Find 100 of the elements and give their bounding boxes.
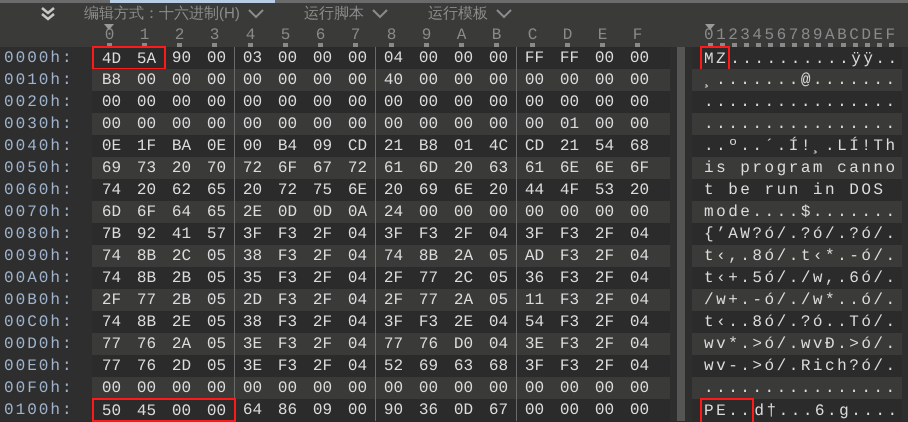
byte-cell[interactable]: 2B — [164, 289, 199, 311]
byte-cell[interactable]: F3 — [552, 223, 587, 245]
byte-cell[interactable]: B4 — [270, 135, 305, 157]
byte-cell[interactable]: 00 — [199, 91, 234, 113]
byte-cell[interactable]: 01 — [552, 113, 587, 135]
byte-cell[interactable]: 3F — [517, 223, 552, 245]
byte-cell[interactable]: F3 — [270, 267, 305, 289]
byte-cell[interactable]: F3 — [552, 333, 587, 355]
byte-cell[interactable]: 73 — [129, 157, 164, 179]
byte-cell[interactable]: 00 — [552, 91, 587, 113]
byte-cell[interactable]: 75 — [305, 179, 340, 201]
byte-cell[interactable]: 00 — [411, 377, 446, 399]
byte-cell[interactable]: 2F — [94, 289, 129, 311]
byte-cell[interactable]: CD — [340, 135, 375, 157]
byte-cell[interactable]: 00 — [235, 377, 270, 399]
byte-cell[interactable]: 00 — [587, 91, 622, 113]
byte-cell[interactable]: 2F — [305, 311, 340, 333]
byte-cell[interactable]: 2F — [376, 289, 411, 311]
byte-cell[interactable]: 00 — [305, 69, 340, 91]
byte-cell[interactable]: 2E — [164, 311, 199, 333]
byte-cell[interactable]: 00 — [587, 69, 622, 91]
byte-cell[interactable]: 6F — [129, 201, 164, 223]
byte-cell[interactable]: 09 — [305, 399, 340, 421]
byte-cell[interactable]: BA — [164, 135, 199, 157]
byte-cell[interactable]: 00 — [94, 113, 129, 135]
byte-cell[interactable]: 6E — [552, 157, 587, 179]
byte-cell[interactable]: 2F — [305, 267, 340, 289]
byte-cell[interactable]: 53 — [587, 179, 622, 201]
byte-cell[interactable]: 3F — [235, 223, 270, 245]
byte-cell[interactable]: 00 — [376, 91, 411, 113]
byte-cell[interactable]: 77 — [376, 333, 411, 355]
byte-cell[interactable]: 00 — [129, 113, 164, 135]
byte-cell[interactable]: 05 — [481, 289, 516, 311]
byte-cell[interactable]: 3F — [376, 311, 411, 333]
byte-cell[interactable]: 90 — [376, 399, 411, 421]
byte-cell[interactable]: 05 — [199, 355, 234, 377]
byte-cell[interactable]: 00 — [235, 91, 270, 113]
byte-cell[interactable]: 21 — [552, 135, 587, 157]
byte-cell[interactable]: 00 — [446, 201, 481, 223]
byte-cell[interactable]: 36 — [517, 267, 552, 289]
byte-cell[interactable]: 41 — [164, 223, 199, 245]
byte-cell[interactable]: 04 — [340, 333, 375, 355]
byte-cell[interactable]: 1F — [129, 135, 164, 157]
byte-cell[interactable]: 2F — [305, 355, 340, 377]
byte-cell[interactable]: 7B — [94, 223, 129, 245]
byte-cell[interactable]: 20 — [129, 179, 164, 201]
byte-cell[interactable]: 5A — [129, 48, 164, 68]
byte-cell[interactable]: 00 — [164, 69, 199, 91]
byte-cell[interactable]: 20 — [622, 179, 657, 201]
byte-cell[interactable]: B8 — [94, 69, 129, 91]
byte-cell[interactable]: 01 — [446, 135, 481, 157]
byte-cell[interactable]: 04 — [622, 245, 657, 267]
byte-cell[interactable]: 4D — [94, 48, 129, 68]
byte-cell[interactable]: 61 — [376, 157, 411, 179]
byte-cell[interactable]: 90 — [164, 47, 199, 69]
byte-cell[interactable]: 6D — [411, 157, 446, 179]
byte-cell[interactable]: 00 — [587, 377, 622, 399]
byte-cell[interactable]: 2E — [235, 201, 270, 223]
byte-cell[interactable]: 04 — [340, 267, 375, 289]
byte-cell[interactable]: 6D — [94, 201, 129, 223]
byte-cell[interactable]: F3 — [411, 223, 446, 245]
byte-cell[interactable]: 2F — [587, 333, 622, 355]
byte-cell[interactable]: 05 — [481, 245, 516, 267]
byte-cell[interactable]: 44 — [517, 179, 552, 201]
byte-cell[interactable]: 05 — [481, 267, 516, 289]
byte-cell[interactable]: 00 — [446, 91, 481, 113]
byte-cell[interactable]: 74 — [94, 179, 129, 201]
byte-cell[interactable]: F3 — [270, 223, 305, 245]
byte-cell[interactable]: 2A — [446, 245, 481, 267]
byte-cell[interactable]: 00 — [270, 47, 305, 69]
byte-cell[interactable]: F3 — [552, 267, 587, 289]
byte-cell[interactable]: 00 — [481, 113, 516, 135]
byte-cell[interactable]: 00 — [587, 47, 622, 69]
byte-cell[interactable]: 2F — [587, 289, 622, 311]
byte-cell[interactable]: 77 — [94, 333, 129, 355]
byte-cell[interactable]: 04 — [340, 245, 375, 267]
byte-cell[interactable]: 63 — [481, 157, 516, 179]
byte-cell[interactable]: 65 — [199, 201, 234, 223]
byte-cell[interactable]: 04 — [622, 223, 657, 245]
byte-cell[interactable]: 04 — [340, 311, 375, 333]
byte-cell[interactable]: CD — [517, 135, 552, 157]
byte-cell[interactable]: 00 — [411, 113, 446, 135]
byte-cell[interactable]: 2A — [164, 333, 199, 355]
byte-cell[interactable]: 2F — [305, 245, 340, 267]
byte-cell[interactable]: F3 — [270, 289, 305, 311]
byte-cell[interactable]: 00 — [411, 47, 446, 69]
byte-cell[interactable]: 00 — [340, 113, 375, 135]
byte-cell[interactable]: 00 — [622, 377, 657, 399]
byte-cell[interactable]: 00 — [235, 113, 270, 135]
byte-cell[interactable]: 00 — [552, 69, 587, 91]
byte-cell[interactable]: 00 — [517, 113, 552, 135]
byte-cell[interactable]: FF — [517, 47, 552, 69]
byte-cell[interactable]: 36 — [411, 399, 446, 421]
byte-cell[interactable]: 00 — [199, 47, 234, 69]
byte-cell[interactable]: 00 — [376, 377, 411, 399]
byte-cell[interactable]: 00 — [622, 113, 657, 135]
byte-cell[interactable]: 2F — [305, 223, 340, 245]
byte-cell[interactable]: 61 — [517, 157, 552, 179]
byte-cell[interactable]: F3 — [270, 311, 305, 333]
byte-cell[interactable]: 09 — [305, 135, 340, 157]
